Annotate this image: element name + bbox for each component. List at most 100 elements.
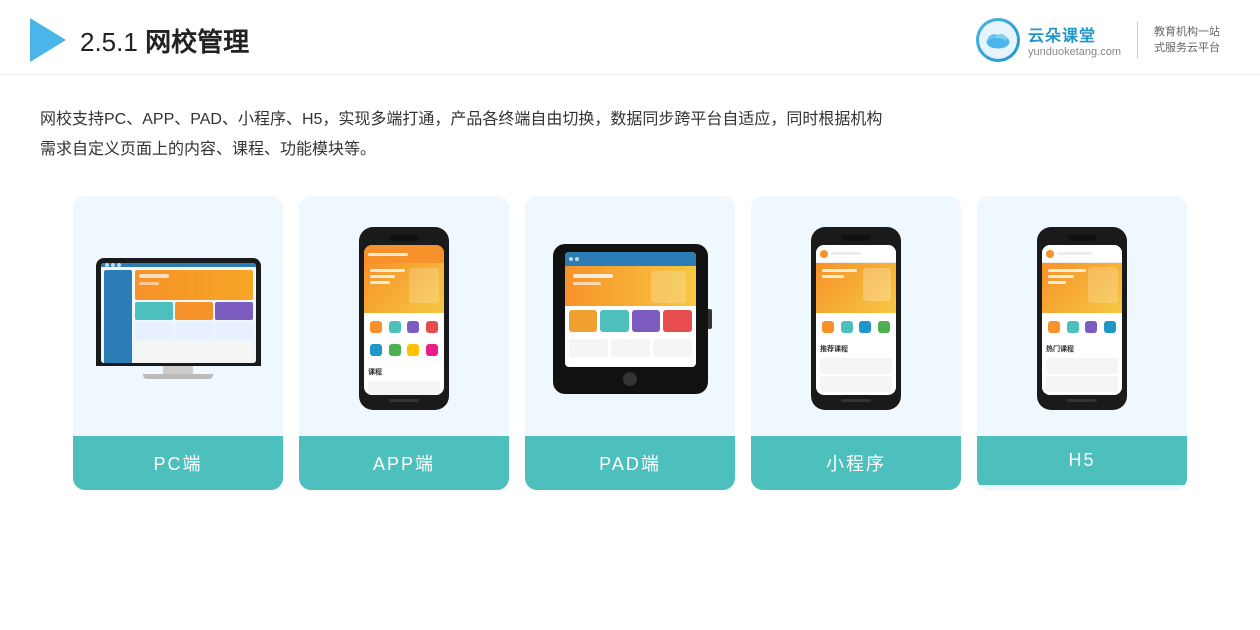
pad-grid xyxy=(565,306,696,336)
h5-hero-figure xyxy=(1088,267,1118,303)
grid-item-3 xyxy=(406,317,422,337)
pc-card-1 xyxy=(135,302,173,320)
courses-title: 课程 xyxy=(368,367,440,379)
mini-icon-4 xyxy=(878,321,890,333)
pc-card-2 xyxy=(175,302,213,320)
card-app-image: 课程 xyxy=(299,196,509,436)
page-title: 2.5.1 网校管理 xyxy=(80,22,249,59)
card-app-label: APP端 xyxy=(299,436,509,490)
pad-grid-3 xyxy=(632,310,661,332)
h5-icon-2 xyxy=(1067,321,1079,333)
mini-grid-1 xyxy=(820,317,836,337)
card-mini: 推荐课程 小程序 xyxy=(751,196,961,490)
pc-base xyxy=(143,374,213,379)
mini-grid-4 xyxy=(876,317,892,337)
h5-course-2 xyxy=(1046,376,1118,392)
pad-dot-2 xyxy=(575,257,579,261)
pc-screen-inner xyxy=(101,263,256,363)
grid-icon-7 xyxy=(407,344,419,356)
card-pc: PC端 xyxy=(73,196,283,490)
header-left: 2.5.1 网校管理 xyxy=(30,18,249,62)
phone-notch-app xyxy=(389,235,419,241)
grid-item-1 xyxy=(368,317,384,337)
h5-icon-1 xyxy=(1048,321,1060,333)
pad-home-button xyxy=(623,372,637,386)
grid-icon-5 xyxy=(370,344,382,356)
phone-outer-app: 课程 xyxy=(359,227,449,410)
pc-main-content xyxy=(135,270,253,363)
phone-outer-mini: 推荐课程 xyxy=(811,227,901,410)
pad-dot-1 xyxy=(569,257,573,261)
pc-card-8 xyxy=(195,342,253,363)
grid-item-6 xyxy=(387,340,403,360)
grid-item-2 xyxy=(387,317,403,337)
h5-hero-line2 xyxy=(1048,275,1074,278)
pad-banner-img xyxy=(651,271,686,303)
pc-sidebar xyxy=(104,270,132,363)
pc-cards-row-2 xyxy=(135,322,253,340)
pc-banner-text2 xyxy=(139,282,159,285)
grid-item-8 xyxy=(424,340,440,360)
phone-hero-app xyxy=(364,263,444,313)
header: 2.5.1 网校管理 云朵课堂 yunduoketang.com xyxy=(0,0,1260,75)
grid-item-5 xyxy=(368,340,384,360)
brand-icon xyxy=(976,18,1020,62)
card-h5-image: 热门课程 xyxy=(977,196,1187,436)
phone-notch-mini xyxy=(841,235,871,241)
phone-hero-line1 xyxy=(370,269,405,272)
brand-url: yunduoketang.com xyxy=(1028,46,1121,58)
phone-courses-h5: 热门课程 xyxy=(1042,341,1122,395)
phone-home-bar-h5 xyxy=(1067,399,1097,402)
card-h5-label: H5 xyxy=(977,436,1187,485)
phone-screen-h5: 热门课程 xyxy=(1042,245,1122,395)
h5-course-3 xyxy=(1046,394,1118,395)
pc-card-3 xyxy=(215,302,253,320)
pad-courses-row xyxy=(565,336,696,360)
mini-grid-3 xyxy=(858,317,874,337)
phone-hero-text-mini xyxy=(822,269,857,281)
pc-cards-row-3 xyxy=(135,342,253,363)
pad-grid-1 xyxy=(569,310,598,332)
h5-hero-line1 xyxy=(1048,269,1086,272)
phone-courses-mini: 推荐课程 xyxy=(816,341,896,395)
description-text: 网校支持PC、APP、PAD、小程序、H5，实现多端打通，产品各终端自由切换，数… xyxy=(40,105,1220,166)
grid-icon-1 xyxy=(370,321,382,333)
h5-icon-3 xyxy=(1085,321,1097,333)
pad-banner xyxy=(565,266,696,306)
pad-course-2 xyxy=(611,339,650,357)
phone-courses-app: 课程 xyxy=(364,364,444,395)
pc-stand xyxy=(163,366,193,374)
h5-icon-4 xyxy=(1104,321,1116,333)
phone-mockup-app: 课程 xyxy=(357,227,452,410)
pad-course-3 xyxy=(653,339,692,357)
mini-hero-figure xyxy=(863,268,891,301)
grid-icon-2 xyxy=(389,321,401,333)
phone-hero-text-app xyxy=(370,269,405,287)
grid-icon-8 xyxy=(426,344,438,356)
h5-courses-title: 热门课程 xyxy=(1046,344,1118,356)
mini-icon-3 xyxy=(859,321,871,333)
h5-grid-2 xyxy=(1065,317,1081,337)
h5-brand-dot xyxy=(1046,250,1054,258)
pc-banner-text xyxy=(139,274,169,278)
card-mini-image: 推荐课程 xyxy=(751,196,961,436)
phone-hero-text-h5 xyxy=(1048,269,1086,287)
phone-grid-mini xyxy=(816,313,896,341)
pc-screen-content xyxy=(101,267,256,363)
pad-grid-2 xyxy=(600,310,629,332)
pad-banner-line2 xyxy=(573,282,601,285)
phone-hero-h5 xyxy=(1042,263,1122,313)
phone-header-text xyxy=(368,253,408,256)
pc-mockup xyxy=(96,258,261,379)
brand-tagline: 教育机构一站 式服务云平台 xyxy=(1154,24,1220,57)
phone-hero-img xyxy=(409,268,439,303)
brand-divider xyxy=(1137,22,1138,58)
pc-banner xyxy=(135,270,253,300)
pc-card-4 xyxy=(135,322,173,340)
pc-card-7 xyxy=(135,342,193,363)
mini-hero-line1 xyxy=(822,269,857,272)
phone-hero-line3 xyxy=(370,281,390,284)
pad-outer xyxy=(553,244,708,394)
logo-triangle-icon xyxy=(30,18,66,62)
pad-course-1 xyxy=(569,339,608,357)
